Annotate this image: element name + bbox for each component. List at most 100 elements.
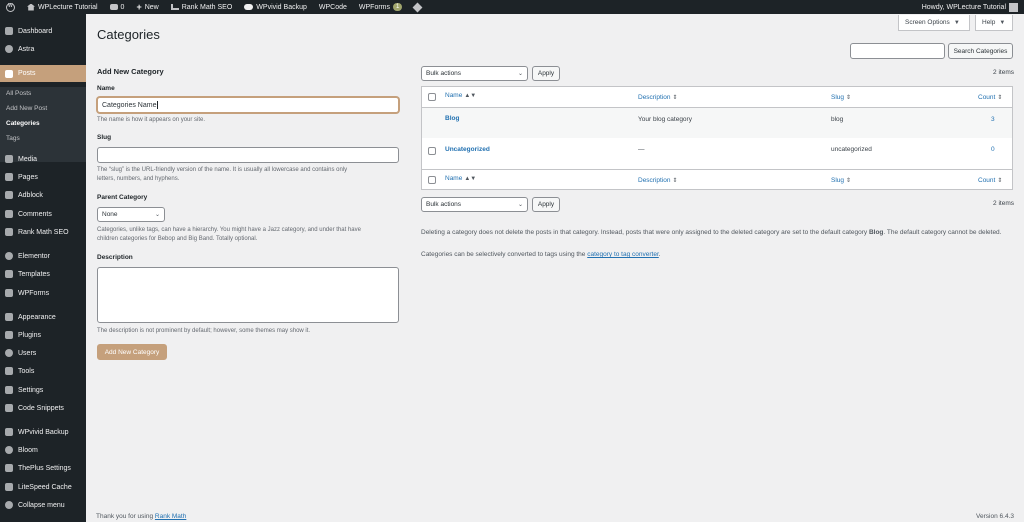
parent-category-label: Parent Category [97, 194, 148, 201]
caret-down-icon: ▼ [953, 19, 960, 26]
menu-wpforms[interactable]: WPForms [0, 286, 86, 300]
menu-astra[interactable]: Astra [0, 42, 86, 56]
tag-converter-note: Categories can be selectively converted … [421, 251, 661, 258]
column-header-slug[interactable]: Slug ⇕ [831, 94, 851, 101]
menu-comments[interactable]: Comments [0, 207, 86, 221]
wpvivid-link[interactable]: WPvivid Backup [238, 0, 313, 14]
column-footer-count[interactable]: Count ⇕ [978, 177, 1002, 184]
posts-submenu: All Posts Add New Post Categories Tags [0, 87, 86, 162]
category-count-link[interactable]: 0 [991, 146, 995, 153]
category-name-input[interactable]: Categories Name [97, 97, 399, 113]
sort-icon: ⇕ [846, 178, 852, 184]
dashboard-icon [5, 27, 13, 35]
submenu-add-new-post[interactable]: Add New Post [6, 105, 47, 112]
category-name-link[interactable]: Uncategorized [445, 146, 490, 153]
caret-down-icon: ▼ [999, 19, 1006, 26]
chevron-down-icon: ⌄ [517, 71, 523, 77]
diamond-menu[interactable] [408, 0, 427, 14]
screen-options-button[interactable]: Screen Options ▼ [898, 15, 970, 31]
comments-icon [5, 210, 13, 218]
search-categories-button[interactable]: Search Categories [948, 43, 1013, 59]
column-header-count[interactable]: Count ⇕ [978, 94, 1002, 101]
menu-templates[interactable]: Templates [0, 267, 86, 281]
footer-version: Version 6.4.3 [976, 513, 1014, 520]
submenu-all-posts[interactable]: All Posts [6, 90, 31, 97]
parent-category-select[interactable]: None ⌄ [97, 207, 165, 222]
select-all-checkbox[interactable] [428, 176, 436, 184]
bulk-actions-select-bottom[interactable]: Bulk actions ⌄ [421, 197, 528, 212]
menu-litespeed-cache[interactable]: LiteSpeed Cache [0, 480, 86, 494]
menu-dashboard[interactable]: Dashboard [0, 24, 86, 38]
parent-description-line1: Categories, unlike tags, can have a hier… [97, 227, 361, 233]
menu-elementor[interactable]: Elementor [0, 249, 86, 263]
bulk-actions-select-top[interactable]: Bulk actions ⌄ [421, 66, 528, 81]
menu-users[interactable]: Users [0, 346, 86, 360]
menu-appearance[interactable]: Appearance [0, 310, 86, 324]
astra-icon [5, 45, 13, 53]
column-header-name[interactable]: Name ▲▼ [445, 92, 476, 99]
rank-math-link[interactable]: Rank Math SEO [165, 0, 239, 14]
description-textarea[interactable] [97, 267, 399, 323]
tools-icon [5, 367, 13, 375]
menu-theplus-settings[interactable]: ThePlus Settings [0, 461, 86, 475]
submenu-categories[interactable]: Categories [6, 120, 40, 127]
cloud-icon [244, 4, 254, 10]
apply-button-top[interactable]: Apply [532, 66, 560, 81]
category-to-tag-converter-link[interactable]: category to tag converter [587, 251, 659, 258]
sort-icon: ⇕ [672, 95, 678, 101]
wpforms-link[interactable]: WPForms 1 [353, 0, 408, 14]
wpvivid-icon [5, 428, 13, 436]
collapse-menu-button[interactable]: Collapse menu [0, 498, 86, 512]
menu-adblock[interactable]: Adblock [0, 188, 86, 202]
add-new-category-button[interactable]: Add New Category [97, 344, 167, 360]
media-icon [5, 155, 13, 163]
select-all-checkbox[interactable] [428, 93, 436, 101]
wp-logo-icon[interactable] [0, 0, 21, 14]
menu-bloom[interactable]: Bloom [0, 443, 86, 457]
row-checkbox[interactable] [428, 147, 436, 155]
column-footer-name[interactable]: Name ▲▼ [445, 175, 476, 182]
slug-input[interactable] [97, 147, 399, 163]
plus-icon: + [136, 2, 142, 12]
category-name-link[interactable]: Blog [445, 115, 459, 122]
my-account-link[interactable]: Howdy, WPLecture Tutorial [916, 0, 1024, 14]
category-count-link[interactable]: 3 [991, 116, 995, 123]
new-content-link[interactable]: + New [130, 0, 164, 14]
collapse-icon [5, 501, 13, 509]
rank-math-footer-link[interactable]: Rank Math [155, 513, 186, 520]
diamond-icon [412, 2, 423, 12]
column-footer-slug[interactable]: Slug ⇕ [831, 177, 851, 184]
table-row: Blog Your blog category blog 3 [422, 108, 1012, 138]
column-header-description[interactable]: Description ⇕ [638, 94, 678, 101]
page-title: Categories [97, 27, 160, 42]
apply-button-bottom[interactable]: Apply [532, 197, 560, 212]
sort-icon: ⇕ [997, 95, 1003, 101]
menu-wpvivid-backup[interactable]: WPvivid Backup [0, 425, 86, 439]
menu-plugins[interactable]: Plugins [0, 328, 86, 342]
comments-link[interactable]: 0 [104, 0, 131, 14]
menu-settings[interactable]: Settings [0, 383, 86, 397]
menu-tools[interactable]: Tools [0, 364, 86, 378]
users-icon [5, 349, 13, 357]
menu-pages[interactable]: Pages [0, 170, 86, 184]
help-button[interactable]: Help ▼ [975, 15, 1013, 31]
menu-code-snippets[interactable]: Code Snippets [0, 401, 86, 415]
site-name-link[interactable]: WPLecture Tutorial [21, 0, 104, 14]
pages-icon [5, 173, 13, 181]
wpcode-link[interactable]: WPCode [313, 0, 353, 14]
submenu-tags[interactable]: Tags [6, 135, 20, 142]
avatar [1009, 2, 1018, 12]
admin-bar: WPLecture Tutorial 0 + New Rank Math SEO… [0, 0, 1024, 14]
menu-rank-math-seo[interactable]: Rank Math SEO [0, 225, 86, 239]
litespeed-icon [5, 483, 13, 491]
sort-icon: ▲▼ [464, 176, 477, 182]
slug-description-line2: letters, numbers, and hyphens. [97, 176, 180, 182]
delete-category-note: Deleting a category does not delete the … [421, 229, 1002, 236]
menu-posts[interactable]: Posts [0, 65, 86, 82]
menu-media[interactable]: Media [0, 152, 86, 166]
search-input[interactable] [850, 43, 945, 59]
adblock-icon [5, 191, 13, 199]
column-footer-description[interactable]: Description ⇕ [638, 177, 678, 184]
slug-label: Slug [97, 134, 112, 141]
slug-description-line1: The “slug” is the URL-friendly version o… [97, 167, 348, 173]
